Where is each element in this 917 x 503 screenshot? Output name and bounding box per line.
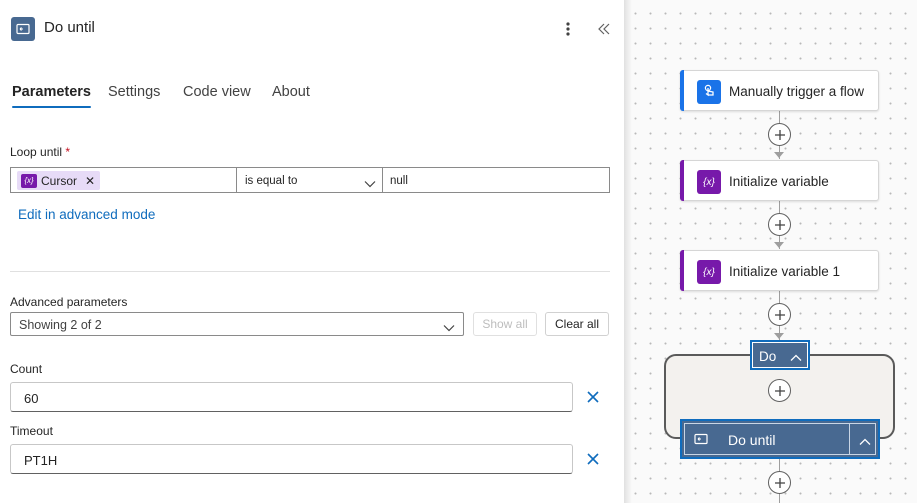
- condition-operator-dropdown[interactable]: is equal to: [236, 167, 383, 193]
- cursor-token[interactable]: {x} Cursor ✕: [17, 171, 101, 190]
- node-label: Manually trigger a flow: [729, 84, 865, 99]
- chevron-down-icon: [364, 175, 376, 193]
- divider: [10, 271, 610, 272]
- panel-header: Do until: [0, 0, 624, 58]
- node-do-until[interactable]: Do until: [680, 419, 880, 459]
- timeout-input[interactable]: PT1H: [10, 444, 573, 474]
- add-action-button[interactable]: [768, 213, 791, 236]
- variable-icon: {x}: [697, 170, 721, 194]
- chevron-up-icon[interactable]: [859, 433, 871, 451]
- loop-until-label: Loop until *: [10, 145, 70, 159]
- touch-icon: [697, 80, 721, 104]
- do-until-icon: [11, 17, 35, 41]
- add-action-button[interactable]: [768, 123, 791, 146]
- advanced-parameters-dropdown[interactable]: Showing 2 of 2: [10, 312, 464, 336]
- variable-icon: {x}: [21, 173, 37, 188]
- tab-parameters[interactable]: Parameters: [12, 84, 91, 108]
- node-accent-bar: [680, 70, 684, 111]
- node-manual-trigger[interactable]: Manually trigger a flow: [680, 70, 879, 111]
- divider: [849, 423, 850, 455]
- operator-value: is equal to: [245, 175, 298, 187]
- node-label: Initialize variable 1: [729, 264, 841, 279]
- node-accent-bar: [680, 160, 684, 201]
- clear-all-button[interactable]: Clear all: [545, 312, 609, 336]
- node-label: Initialize variable: [729, 174, 829, 189]
- condition-left-operand[interactable]: {x} Cursor ✕: [10, 167, 236, 193]
- advanced-parameters-label: Advanced parameters: [10, 295, 128, 309]
- timeout-value: PT1H: [24, 453, 58, 468]
- collapse-panel-icon[interactable]: [592, 16, 616, 42]
- loop-until-label-text: Loop until: [10, 145, 63, 159]
- panel-shadow: [624, 0, 632, 503]
- panel-tabs: Parameters Settings Code view About: [0, 84, 624, 116]
- more-options-icon[interactable]: [556, 16, 580, 42]
- count-value: 60: [24, 391, 39, 406]
- token-label: Cursor: [41, 173, 78, 188]
- clear-timeout-icon[interactable]: [583, 449, 603, 469]
- arrow-down-icon: [774, 242, 784, 248]
- tab-settings[interactable]: Settings: [108, 84, 160, 108]
- action-details-panel: Do until Parameters Settings Code view A…: [0, 0, 624, 503]
- timeout-label: Timeout: [10, 424, 53, 438]
- do-scope-label: Do: [759, 349, 777, 364]
- node-accent-bar: [680, 250, 684, 291]
- add-action-button[interactable]: [768, 471, 791, 494]
- node-initialize-variable-1[interactable]: {x} Initialize variable 1: [680, 250, 879, 291]
- tab-code-view[interactable]: Code view: [183, 84, 251, 108]
- tab-about[interactable]: About: [272, 84, 310, 108]
- arrow-down-icon: [774, 152, 784, 158]
- selection-outline: [684, 423, 876, 455]
- panel-title: Do until: [44, 19, 95, 36]
- do-scope-header[interactable]: Do: [750, 340, 810, 370]
- remove-token-icon[interactable]: ✕: [85, 174, 95, 188]
- clear-count-icon[interactable]: [583, 387, 603, 407]
- do-until-icon: [694, 432, 708, 450]
- node-label: Do until: [728, 432, 776, 448]
- chevron-down-icon: [443, 319, 455, 337]
- node-initialize-variable[interactable]: {x} Initialize variable: [680, 160, 879, 201]
- add-action-button[interactable]: [768, 303, 791, 326]
- count-input[interactable]: 60: [10, 382, 573, 412]
- arrow-down-icon: [774, 333, 784, 339]
- count-label: Count: [10, 362, 43, 376]
- add-action-in-loop-button[interactable]: [768, 379, 791, 402]
- right-operand-value: null: [390, 175, 408, 187]
- chevron-up-icon[interactable]: [790, 350, 802, 365]
- required-mark: *: [65, 145, 71, 159]
- edit-advanced-mode-link[interactable]: Edit in advanced mode: [18, 207, 155, 222]
- advanced-parameters-value: Showing 2 of 2: [19, 318, 102, 332]
- show-all-button[interactable]: Show all: [473, 312, 537, 336]
- designer-root: Do until Parameters Settings Code view A…: [0, 0, 917, 503]
- condition-right-operand[interactable]: null: [383, 167, 610, 193]
- variable-icon: {x}: [697, 260, 721, 284]
